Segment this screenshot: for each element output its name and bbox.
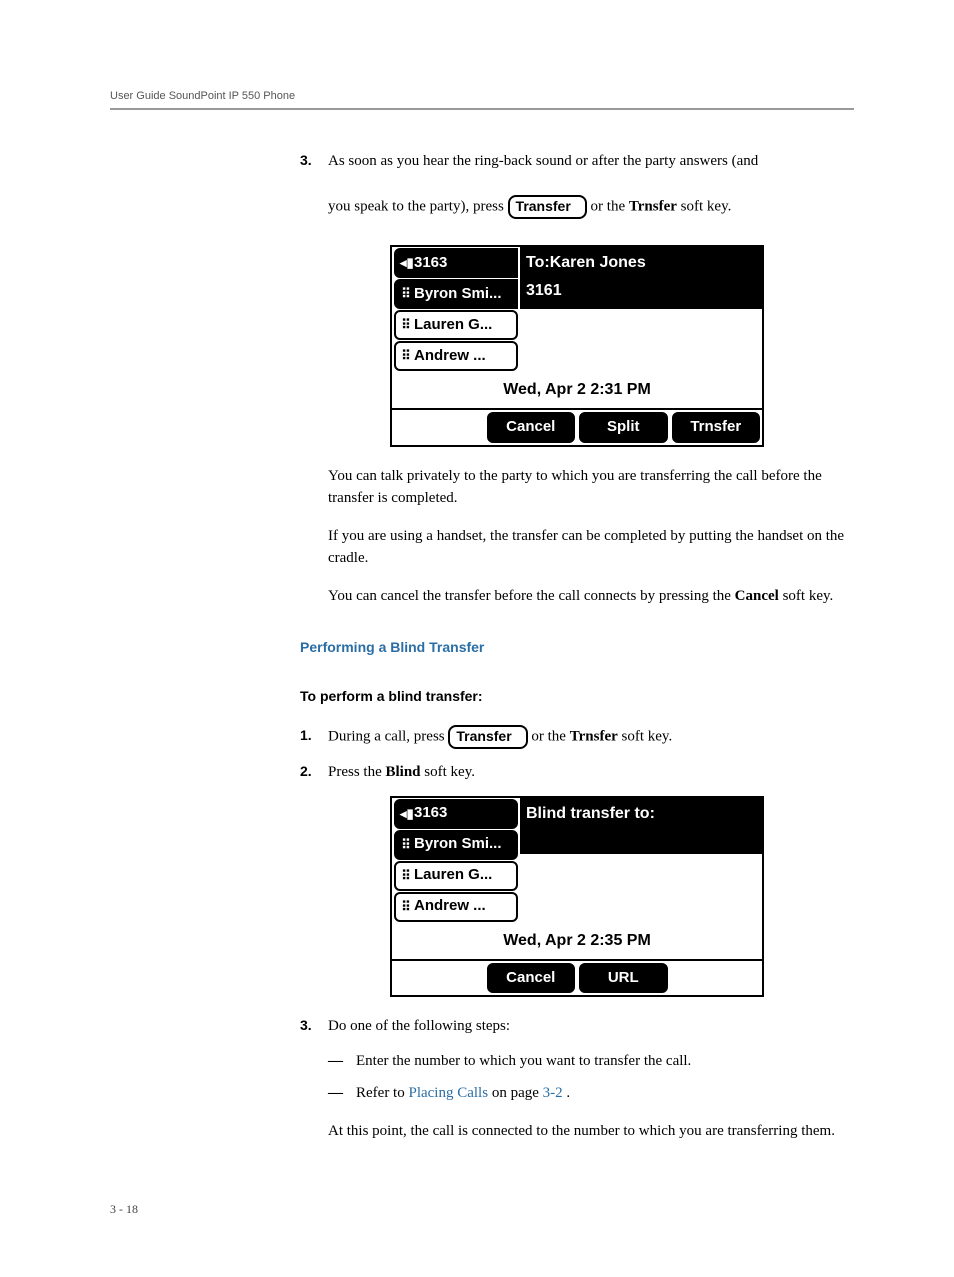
softkey-name: Trnsfer	[629, 198, 677, 214]
text: During a call, press	[328, 728, 448, 744]
line-label: Byron Smi...	[414, 283, 502, 306]
softkey-empty	[672, 963, 761, 994]
link-placing-calls[interactable]: Placing Calls	[408, 1085, 488, 1101]
line-label: Andrew ...	[414, 345, 486, 368]
softkey-empty	[394, 963, 483, 994]
softkey-name: Trnsfer	[570, 728, 618, 744]
softkey-trnsfer[interactable]: Trnsfer	[672, 412, 761, 443]
transfer-hardkey: Transfer	[448, 725, 527, 749]
contact-icon: ⠿	[400, 866, 412, 886]
line-label: Andrew ...	[414, 895, 486, 918]
softkey-name: Blind	[386, 764, 421, 780]
softkey-empty	[394, 412, 483, 443]
line-key-2[interactable]: ⠿ Lauren G...	[394, 861, 518, 891]
text: soft key.	[424, 764, 475, 780]
softkey-url[interactable]: URL	[579, 963, 668, 994]
softkey-row: Cancel Split Trnsfer	[392, 408, 762, 445]
substep-refer: — Refer to Placing Calls on page 3-2 .	[328, 1082, 854, 1105]
step-number: 3.	[300, 1015, 328, 1038]
blind-step-2: 2. Press the Blind soft key.	[300, 761, 854, 784]
blind-step-1: 1. During a call, press Transfer or the …	[300, 725, 854, 749]
contact-icon: ⠿	[400, 835, 412, 855]
step-number: 1.	[300, 725, 328, 749]
dash-bullet: —	[328, 1050, 356, 1073]
text: you speak to the party), press	[328, 198, 508, 214]
call-number: 3161	[520, 279, 762, 309]
line-key-ext[interactable]: ◂▮ 3163	[394, 248, 518, 278]
text: You can cancel the transfer before the c…	[328, 588, 735, 604]
text: on page	[492, 1085, 543, 1101]
softkey-name: Cancel	[735, 588, 779, 604]
contact-icon: ⠿	[400, 284, 412, 304]
text: or the	[531, 728, 569, 744]
text: Press the	[328, 764, 386, 780]
contact-icon: ⠿	[400, 315, 412, 335]
step-number: 3.	[300, 150, 328, 233]
softkey-cancel[interactable]: Cancel	[487, 963, 576, 994]
link-page-ref[interactable]: 3-2	[543, 1085, 563, 1101]
step-3: 3. As soon as you hear the ring-back sou…	[300, 150, 854, 233]
text: Enter the number to which you want to tr…	[356, 1050, 691, 1073]
phone-screen-transfer: ◂▮ 3163 ⠿ Byron Smi... ⠿ Lauren G... ⠿ A…	[390, 245, 764, 447]
line-key-ext[interactable]: ◂▮ 3163	[394, 799, 518, 829]
softkey-row: Cancel URL	[392, 959, 762, 996]
main-content: 3. As soon as you hear the ring-back sou…	[300, 150, 854, 1142]
datetime: Wed, Apr 2 2:31 PM	[392, 372, 762, 408]
text: Do one of the following steps:	[328, 1018, 510, 1034]
line-key-3[interactable]: ⠿ Andrew ...	[394, 892, 518, 922]
para-private-talk: You can talk privately to the party to w…	[328, 465, 854, 510]
line-key-1[interactable]: ⠿ Byron Smi...	[394, 830, 518, 860]
para-final: At this point, the call is connected to …	[328, 1120, 854, 1143]
para-handset: If you are using a handset, the transfer…	[328, 525, 854, 570]
speaker-icon: ◂▮	[400, 253, 412, 273]
text: .	[566, 1085, 570, 1101]
page-number: 3 - 18	[110, 1202, 854, 1217]
subheading-perform: To perform a blind transfer:	[300, 686, 854, 707]
text: Refer to	[356, 1085, 408, 1101]
text: soft key.	[681, 198, 732, 214]
speaker-icon: ◂▮	[400, 804, 412, 824]
substep-enter-number: — Enter the number to which you want to …	[328, 1050, 854, 1073]
step-number: 2.	[300, 761, 328, 784]
phone-screen-blind: ◂▮ 3163 ⠿ Byron Smi... ⠿ Lauren G... ⠿ A…	[390, 796, 764, 998]
text: soft key.	[783, 588, 834, 604]
step-3-text: As soon as you hear the ring-back sound …	[328, 150, 854, 219]
dash-bullet: —	[328, 1082, 356, 1105]
line-label: Lauren G...	[414, 314, 492, 337]
line-label: Byron Smi...	[414, 833, 502, 856]
text: or the	[591, 198, 629, 214]
heading-blind-transfer: Performing a Blind Transfer	[300, 637, 854, 658]
line-key-2[interactable]: ⠿ Lauren G...	[394, 310, 518, 340]
ext-label: 3163	[414, 802, 447, 825]
datetime: Wed, Apr 2 2:35 PM	[392, 923, 762, 959]
text: As soon as you hear the ring-back sound …	[328, 153, 758, 169]
line-key-1[interactable]: ⠿ Byron Smi...	[394, 279, 518, 309]
text: soft key.	[622, 728, 673, 744]
page-header: User Guide SoundPoint IP 550 Phone	[110, 90, 854, 110]
line-key-3[interactable]: ⠿ Andrew ...	[394, 341, 518, 371]
call-header: To:Karen Jones	[520, 247, 762, 279]
contact-icon: ⠿	[400, 897, 412, 917]
softkey-cancel[interactable]: Cancel	[487, 412, 576, 443]
blind-step-3: 3. Do one of the following steps:	[300, 1015, 854, 1038]
line-label: Lauren G...	[414, 864, 492, 887]
contact-icon: ⠿	[400, 346, 412, 366]
ext-label: 3163	[414, 252, 447, 275]
softkey-split[interactable]: Split	[579, 412, 668, 443]
transfer-hardkey: Transfer	[508, 195, 587, 219]
call-header: Blind transfer to:	[520, 798, 762, 854]
para-cancel: You can cancel the transfer before the c…	[328, 585, 854, 608]
